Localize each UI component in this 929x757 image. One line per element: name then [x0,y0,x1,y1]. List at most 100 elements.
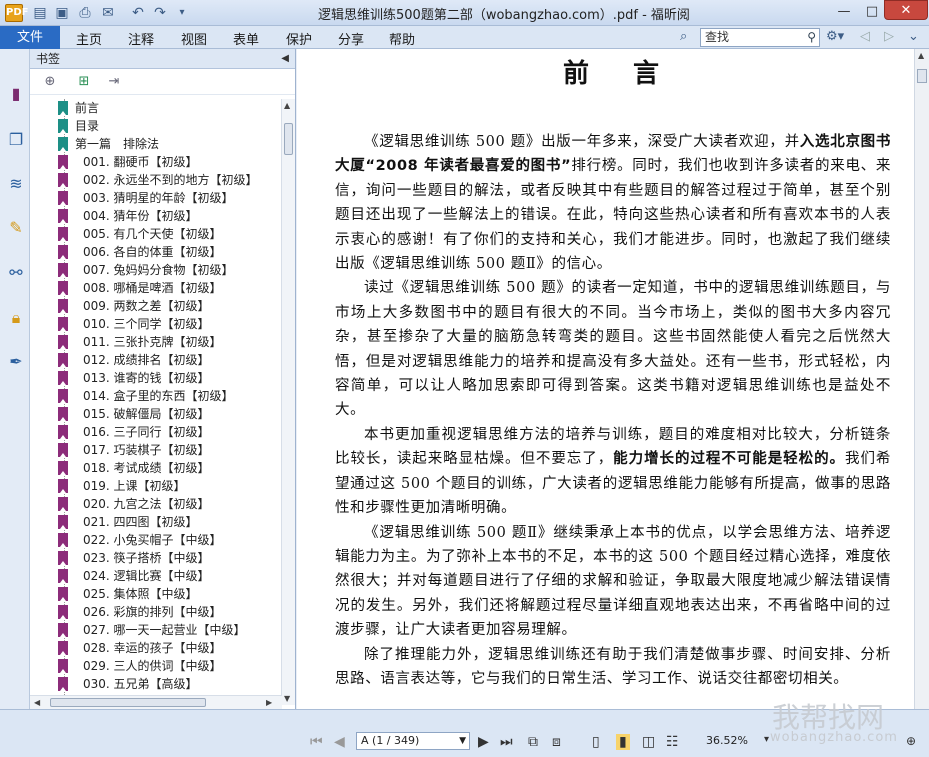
next-page-icon[interactable]: ▶ [478,734,489,750]
menu-comment[interactable]: 注释 [128,29,154,48]
bookmark-item[interactable]: 001. 翻硬币【初级】 [30,153,282,171]
bookmark-item[interactable]: 028. 幸运的孩子【中级】 [30,639,282,657]
page-number-field[interactable]: A (1 / 349) ▼ [356,732,470,750]
collapse-panel-button[interactable]: ◀ [281,49,289,69]
bookmark-item[interactable]: 019. 上课【初级】 [30,477,282,495]
bookmark-item[interactable]: 030. 五兄弟【高级】 [30,675,282,693]
bookmark-item[interactable]: 012. 成绩排名【初级】 [30,351,282,369]
continuous-page-icon[interactable]: ▮ [616,734,630,750]
bookmark-item[interactable]: 015. 破解僵局【初级】 [30,405,282,423]
bookmark-item[interactable]: 029. 三人的供词【中级】 [30,657,282,675]
scroll-up-icon[interactable]: ▲ [284,101,290,110]
bookmark-horizontal-scrollbar[interactable]: ◀ ▶ [30,695,282,709]
forward-icon[interactable]: ▷ [884,29,894,44]
print-icon[interactable]: ⎙ [75,3,95,23]
bookmark-options-icon[interactable]: ⇥ [106,74,122,90]
bookmark-item[interactable]: 005. 有几个天使【初级】 [30,225,282,243]
minimize-button[interactable]: — [830,2,858,22]
menu-protect[interactable]: 保护 [286,29,312,48]
add-bookmark-icon[interactable]: ⊞ [76,74,92,90]
bookmark-item[interactable]: 第一篇 排除法 [30,135,282,153]
scroll-right-icon[interactable]: ▶ [266,698,272,707]
zoom-level[interactable]: 36.52% [706,734,748,747]
redo-icon[interactable]: ↷ [150,3,170,23]
menu-help[interactable]: 帮助 [389,29,415,48]
scroll-thumb[interactable] [284,123,293,155]
bookmark-item[interactable]: 003. 猜明星的年龄【初级】 [30,189,282,207]
bookmark-vertical-scrollbar[interactable]: ▲ ▼ [281,99,295,705]
maximize-button[interactable]: □ [858,2,886,22]
undo-icon[interactable]: ↶ [128,3,148,23]
bookmark-label: 目录 [75,119,100,133]
attachments-panel-icon[interactable]: ⚯ [5,262,27,284]
customize-icon[interactable]: ▾ [172,3,192,23]
security-panel-icon[interactable]: 🔒︎ [5,307,27,329]
expand-bookmark-icon[interactable]: ⊕ [42,74,58,90]
bookmark-item[interactable]: 020. 九宫之法【初级】 [30,495,282,513]
bookmark-item[interactable]: 目录 [30,117,282,135]
open-icon[interactable]: ▤ [30,3,50,23]
search-input[interactable]: 查找 ⚲ [700,28,820,47]
bookmark-item[interactable]: 021. 四四图【初级】 [30,513,282,531]
bookmark-item[interactable]: 007. 兔妈妈分食物【初级】 [30,261,282,279]
bookmark-icon [58,443,68,457]
close-button[interactable]: ✕ [884,0,928,20]
zoom-dropdown-icon[interactable]: ▾ [764,734,769,745]
horizontal-scroll-thumb[interactable] [50,698,206,707]
bookmark-panel-icon[interactable]: ▮ [5,83,27,105]
continuous-facing-icon[interactable]: ☷ [666,734,679,750]
bookmark-item[interactable]: 前言 [30,99,282,117]
doc-scroll-up-icon[interactable]: ▲ [918,51,924,60]
last-page-icon[interactable]: ⏭ [500,734,513,750]
bookmark-item[interactable]: 009. 两数之差【初级】 [30,297,282,315]
bookmark-label: 022. 小兔买帽子【中级】 [83,533,222,547]
pages-panel-icon[interactable]: ❐ [5,129,27,151]
prev-view-icon[interactable]: ⧉ [528,734,538,750]
bookmark-item[interactable]: 018. 考试成绩【初级】 [30,459,282,477]
signature-panel-icon[interactable]: ✒ [5,351,27,373]
menu-form[interactable]: 表单 [233,29,259,48]
scroll-left-icon[interactable]: ◀ [34,698,40,707]
bookmark-item[interactable]: 026. 彩旗的排列【中级】 [30,603,282,621]
menu-file[interactable]: 文件 [0,26,60,49]
bookmark-item[interactable]: 014. 盒子里的东西【初级】 [30,387,282,405]
bookmark-icon [58,137,68,151]
facing-page-icon[interactable]: ◫ [642,734,655,750]
settings-icon[interactable]: ⚙▾ [826,29,844,44]
menu-view[interactable]: 视图 [181,29,207,48]
single-page-icon[interactable]: ▯ [592,734,600,750]
next-view-icon[interactable]: ⧈ [552,734,561,750]
back-icon[interactable]: ◁ [860,29,870,44]
scroll-down-icon[interactable]: ▼ [284,694,290,703]
first-page-icon[interactable]: ⏮ [310,734,323,750]
bookmark-item[interactable]: 010. 三个同学【初级】 [30,315,282,333]
layers-panel-icon[interactable]: ≋ [5,173,27,195]
doc-scroll-thumb[interactable] [917,69,927,83]
bookmark-item[interactable]: 023. 筷子搭桥【中级】 [30,549,282,567]
bookmark-item[interactable]: 017. 巧装棋子【初级】 [30,441,282,459]
document-scrollbar[interactable]: ▲ [914,49,929,709]
menu-home[interactable]: 主页 [76,29,102,48]
email-icon[interactable]: ✉ [98,3,118,23]
save-icon[interactable]: ▣ [52,3,72,23]
bookmark-item[interactable]: 022. 小兔买帽子【中级】 [30,531,282,549]
zoom-in-icon[interactable]: ⊕ [906,734,916,748]
bookmark-item[interactable]: 002. 永远坐不到的地方【初级】 [30,171,282,189]
prev-page-icon[interactable]: ◀ [334,734,345,750]
document-view[interactable]: 前言 《逻辑思维训练 500 题》出版一年多来，深受广大读者欢迎，并入选北京图书… [297,49,929,709]
search-icon[interactable]: ⚲ [807,29,816,46]
bookmark-item[interactable]: 006. 各自的体重【初级】 [30,243,282,261]
bookmark-item[interactable]: 011. 三张扑克牌【初级】 [30,333,282,351]
page-dropdown-icon[interactable]: ▼ [459,733,466,749]
bookmark-item[interactable]: 013. 谁寄的钱【初级】 [30,369,282,387]
find-tool-icon[interactable]: ⌕ [680,29,687,44]
bookmark-item[interactable]: 027. 哪一天一起营业【中级】 [30,621,282,639]
bookmark-item[interactable]: 025. 集体照【中级】 [30,585,282,603]
ribbon-toggle-icon[interactable]: ⌄ [908,29,919,44]
menu-share[interactable]: 分享 [338,29,364,48]
bookmark-item[interactable]: 008. 哪桶是啤酒【初级】 [30,279,282,297]
bookmark-item[interactable]: 016. 三子同行【初级】 [30,423,282,441]
bookmark-item[interactable]: 024. 逻辑比赛【中级】 [30,567,282,585]
comments-panel-icon[interactable]: ✎ [5,217,27,239]
bookmark-item[interactable]: 004. 猜年份【初级】 [30,207,282,225]
